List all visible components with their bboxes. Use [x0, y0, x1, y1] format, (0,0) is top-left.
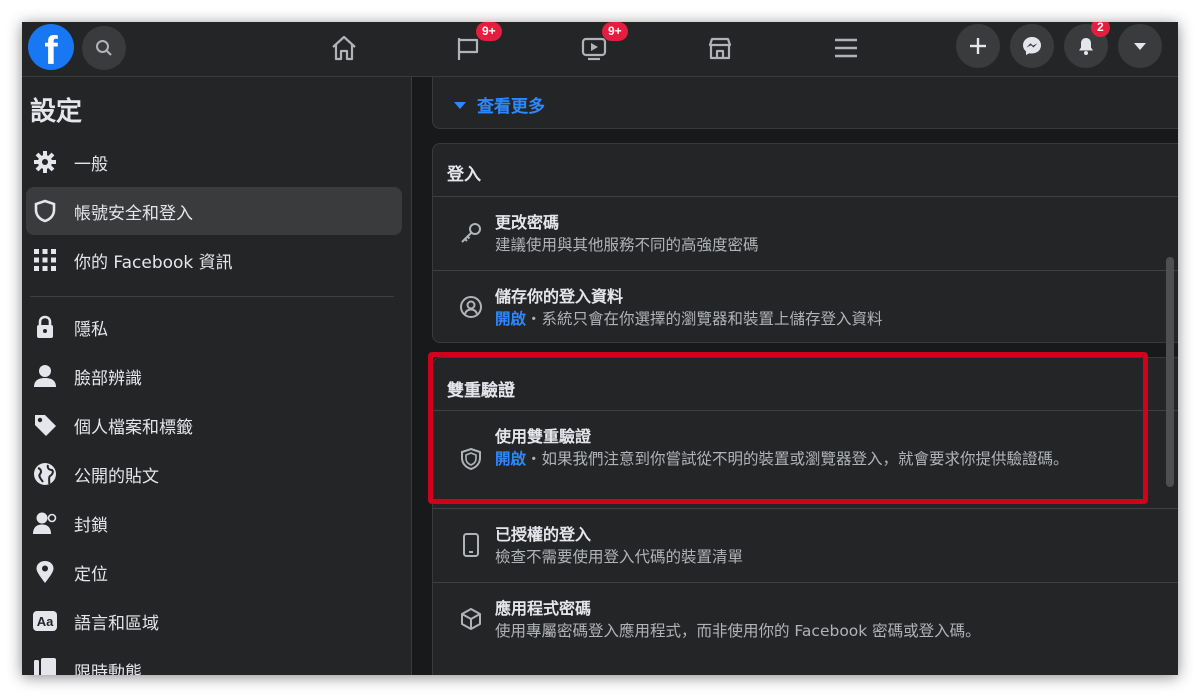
- shop-icon: [708, 37, 732, 60]
- shield-icon: [457, 445, 485, 473]
- plus-icon: [970, 38, 986, 54]
- menu-nav-button[interactable]: [828, 30, 864, 66]
- row-description: 檢查不需要使用登入代碼的裝置清單: [495, 546, 1145, 569]
- settings-content: 查看更多 登入 更改密碼 建議使用與其他服務不同的高強度密碼 儲存你的登入資料 …: [412, 77, 1178, 675]
- pages-nav-button[interactable]: 9+: [450, 22, 502, 66]
- notifications-button[interactable]: 2: [1064, 22, 1110, 68]
- marketplace-nav-button[interactable]: [702, 30, 738, 66]
- authorized-logins-row[interactable]: 已授權的登入 檢查不需要使用登入代碼的裝置清單: [433, 508, 1178, 582]
- caret-down-icon: [454, 101, 466, 109]
- status-on: 開啟: [495, 310, 527, 328]
- change-password-row[interactable]: 更改密碼 建議使用與其他服務不同的高強度密碼: [433, 196, 1178, 270]
- previous-section-card: 查看更多: [432, 77, 1178, 129]
- sidebar-item-label: 封鎖: [74, 515, 108, 536]
- phone-icon: [457, 531, 485, 559]
- app-window: f 9+ 9+ 2 設定 一般 帳號安全和登入 你的 Facebook 資訊 隱…: [22, 22, 1178, 675]
- top-navigation-bar: f 9+ 9+ 2: [22, 22, 1178, 77]
- sidebar-item-label: 你的 Facebook 資訊: [74, 252, 233, 273]
- row-description-text: 建議使用與其他服務不同的高強度密碼: [495, 236, 759, 254]
- key-icon: [457, 219, 485, 247]
- row-title: 使用雙重驗證: [495, 427, 592, 446]
- home-icon: [332, 35, 356, 61]
- sidebar-item-label: 一般: [74, 154, 108, 175]
- user-circle-icon: [457, 293, 485, 321]
- content-scrollbar[interactable]: [1166, 257, 1174, 487]
- sidebar-item-label: 帳號安全和登入: [74, 203, 193, 224]
- sidebar-item-label: 個人檔案和標籤: [74, 417, 193, 438]
- create-button[interactable]: [956, 24, 1000, 68]
- sidebar-divider: [30, 296, 394, 297]
- sidebar-item-security-login[interactable]: 帳號安全和登入: [26, 187, 402, 235]
- row-description: 建議使用與其他服務不同的高強度密碼: [495, 234, 1145, 257]
- language-icon: Aa: [30, 606, 60, 636]
- caret-down-icon: [1134, 43, 1146, 50]
- account-menu-button[interactable]: [1118, 24, 1162, 68]
- sidebar-item-label: 定位: [74, 564, 108, 585]
- login-section-card: 登入 更改密碼 建議使用與其他服務不同的高強度密碼 儲存你的登入資料 開啟・系統…: [432, 143, 1178, 343]
- see-more-label: 查看更多: [477, 97, 545, 117]
- search-button[interactable]: [82, 26, 126, 70]
- sidebar-title: 設定: [30, 97, 83, 127]
- use-two-factor-row[interactable]: 使用雙重驗證 開啟・如果我們注意到你嘗試從不明的裝置或瀏覽器登入，就會要求你提供…: [433, 410, 1178, 508]
- sidebar-item-label: 臉部辨識: [74, 368, 142, 389]
- home-nav-button[interactable]: [326, 30, 362, 66]
- tag-icon: [30, 410, 60, 440]
- watch-nav-button[interactable]: 9+: [576, 22, 628, 66]
- sidebar-item-language-region[interactable]: Aa 語言和區域: [26, 597, 402, 645]
- sidebar-item-privacy[interactable]: 隱私: [26, 303, 402, 351]
- row-description-text: ・系統只會在你選擇的瀏覽器和裝置上儲存登入資料: [526, 310, 883, 328]
- sidebar-item-public-posts[interactable]: 公開的貼文: [26, 450, 402, 498]
- status-on: 開啟: [495, 450, 527, 468]
- block-user-icon: [30, 508, 60, 538]
- two-factor-section-heading: 雙重驗證: [447, 381, 515, 401]
- row-description-text: ・如果我們注意到你嘗試從不明的裝置或瀏覽器登入，就會要求你提供驗證碼。: [526, 450, 1069, 468]
- row-description: 開啟・系統只會在你選擇的瀏覽器和裝置上儲存登入資料: [495, 308, 1145, 331]
- sidebar-item-general[interactable]: 一般: [26, 138, 402, 186]
- sidebar-item-stories[interactable]: 限時動態: [26, 646, 402, 675]
- sidebar-item-label: 公開的貼文: [74, 466, 159, 487]
- lock-icon: [30, 312, 60, 342]
- row-description: 開啟・如果我們注意到你嘗試從不明的裝置或瀏覽器登入，就會要求你提供驗證碼。: [495, 448, 1145, 471]
- row-title: 更改密碼: [495, 213, 560, 232]
- row-title: 儲存你的登入資料: [495, 287, 624, 306]
- messenger-icon: [1023, 37, 1041, 55]
- login-section-heading: 登入: [447, 165, 481, 185]
- sidebar-item-blocking[interactable]: 封鎖: [26, 499, 402, 547]
- facebook-logo[interactable]: f: [28, 24, 74, 70]
- watch-badge: 9+: [602, 22, 628, 41]
- two-factor-section-card: 雙重驗證 使用雙重驗證 開啟・如果我們注意到你嘗試從不明的裝置或瀏覽器登入，就會…: [432, 357, 1178, 675]
- globe-icon: [30, 459, 60, 489]
- bell-icon: [1079, 38, 1093, 55]
- settings-sidebar: 設定 一般 帳號安全和登入 你的 Facebook 資訊 隱私 臉部辨識 個人檔…: [22, 77, 412, 675]
- save-login-info-row[interactable]: 儲存你的登入資料 開啟・系統只會在你選擇的瀏覽器和裝置上儲存登入資料: [433, 270, 1178, 344]
- sidebar-item-label: 語言和區域: [74, 613, 159, 634]
- sidebar-item-label: 隱私: [74, 319, 108, 340]
- notifications-badge: 2: [1091, 22, 1110, 37]
- grid-icon: [30, 245, 60, 275]
- pages-badge: 9+: [476, 22, 502, 41]
- app-passwords-row[interactable]: 應用程式密碼 使用專屬密碼登入應用程式，而非使用你的 Facebook 密碼或登…: [433, 582, 1178, 656]
- shield-icon: [30, 196, 60, 226]
- row-title: 已授權的登入: [495, 525, 592, 544]
- sidebar-item-your-facebook-info[interactable]: 你的 Facebook 資訊: [26, 236, 402, 284]
- stories-icon: [30, 655, 60, 675]
- svg-text:Aa: Aa: [37, 614, 54, 629]
- location-pin-icon: [30, 557, 60, 587]
- row-title: 應用程式密碼: [495, 599, 592, 618]
- hamburger-menu-icon: [835, 38, 857, 58]
- gear-icon: [30, 147, 60, 177]
- sidebar-item-profile-tagging[interactable]: 個人檔案和標籤: [26, 401, 402, 449]
- search-icon: [96, 40, 112, 56]
- sidebar-item-face-recognition[interactable]: 臉部辨識: [26, 352, 402, 400]
- see-more-link[interactable]: 查看更多: [453, 92, 545, 117]
- row-description-text: 檢查不需要使用登入代碼的裝置清單: [495, 548, 744, 566]
- sidebar-item-location[interactable]: 定位: [26, 548, 402, 596]
- messenger-button[interactable]: [1010, 24, 1054, 68]
- cube-icon: [457, 605, 485, 633]
- sidebar-item-label: 限時動態: [74, 662, 142, 676]
- row-description: 使用專屬密碼登入應用程式，而非使用你的 Facebook 密碼或登入碼。: [495, 620, 1145, 643]
- face-icon: [30, 361, 60, 391]
- row-description-text: 使用專屬密碼登入應用程式，而非使用你的 Facebook 密碼或登入碼。: [495, 622, 981, 640]
